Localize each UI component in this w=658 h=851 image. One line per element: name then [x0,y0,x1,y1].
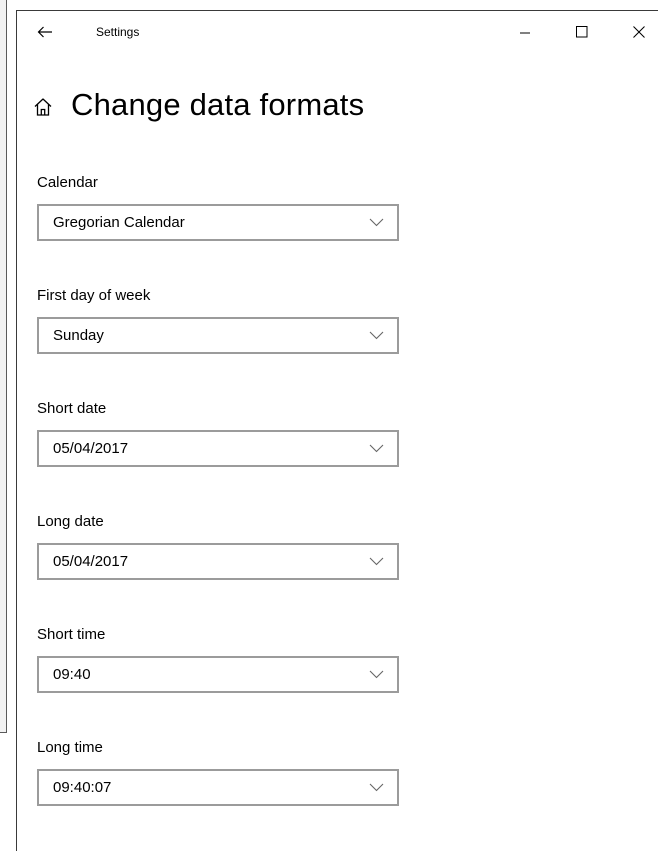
long-time-label: Long time [37,739,103,756]
short-date-label: Short date [37,400,107,417]
first-day-of-week-dropdown[interactable]: Sunday [37,317,399,354]
settings-window: Settings Change data formats Calendar Gr… [16,10,658,851]
long-date-value: 05/04/2017 [53,553,129,570]
short-time-label: Short time [37,626,106,643]
short-time-dropdown[interactable]: 09:40 [37,656,399,693]
short-date-field: Short date 05/04/2017 [37,399,403,467]
home-button[interactable] [33,97,55,119]
calendar-dropdown[interactable]: Gregorian Calendar [37,204,399,241]
maximize-button[interactable] [565,17,599,49]
short-date-dropdown[interactable]: 05/04/2017 [37,430,399,467]
long-time-value: 09:40:07 [53,779,112,796]
background-window-edge [0,0,7,733]
page-title: Change data formats [71,87,365,122]
short-time-field: Short time 09:40 [37,625,403,693]
close-icon [633,26,645,38]
minimize-icon [520,32,530,34]
chevron-down-icon [369,670,384,679]
first-day-of-week-value: Sunday [53,327,104,344]
first-day-of-week-label: First day of week [37,287,151,304]
calendar-value: Gregorian Calendar [53,214,185,231]
back-button[interactable] [31,18,59,46]
calendar-label: Calendar [37,174,98,191]
short-date-value: 05/04/2017 [53,440,129,457]
close-button[interactable] [622,17,656,49]
chevron-down-icon [369,783,384,792]
chevron-down-icon [369,557,384,566]
chevron-down-icon [369,331,384,340]
chevron-down-icon [369,218,384,227]
back-arrow-icon [37,26,52,38]
title-bar: Settings [17,11,658,55]
long-time-dropdown[interactable]: 09:40:07 [37,769,399,806]
chevron-down-icon [369,444,384,453]
long-date-label: Long date [37,513,104,530]
long-date-field: Long date 05/04/2017 [37,512,403,580]
minimize-button[interactable] [508,17,542,49]
app-title: Settings [96,25,140,39]
long-date-dropdown[interactable]: 05/04/2017 [37,543,399,580]
short-time-value: 09:40 [53,666,91,683]
maximize-icon [576,26,588,38]
first-day-of-week-field: First day of week Sunday [37,286,403,354]
home-icon [34,98,52,116]
long-time-field: Long time 09:40:07 [37,738,403,806]
calendar-field: Calendar Gregorian Calendar [37,173,403,241]
